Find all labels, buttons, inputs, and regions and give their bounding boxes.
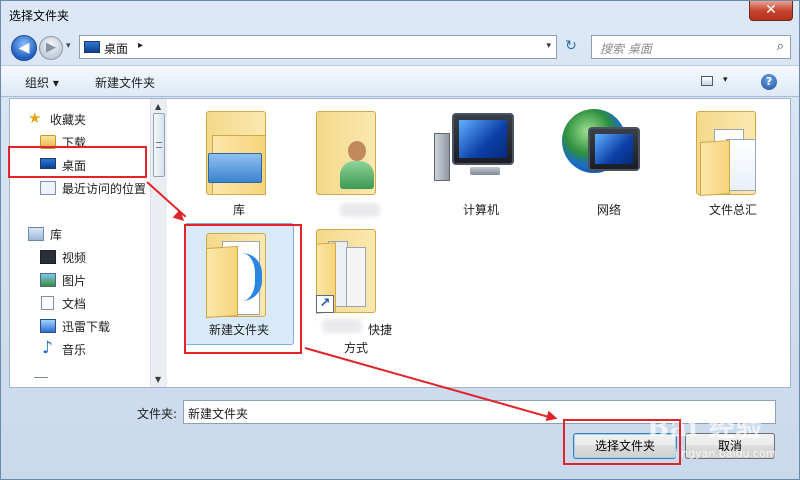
back-button[interactable]: ◀	[11, 35, 37, 61]
sidebar-item-recent-places[interactable]: 最近访问的位置	[10, 178, 150, 198]
sidebar-item-favorites[interactable]: ★ 收藏夹	[10, 109, 150, 129]
watermark-url: jingyan.baidu.com	[675, 447, 777, 460]
shortcut-arrow-icon: ↗	[316, 295, 334, 313]
sidebar-scrollbar[interactable]: ▲ ▼	[150, 99, 167, 387]
sidebar-item-documents[interactable]: 文档	[10, 293, 150, 313]
scroll-up-icon[interactable]: ▲	[155, 102, 161, 111]
help-icon[interactable]: ?	[761, 74, 777, 90]
partial-item-icon	[34, 377, 48, 383]
sidebar-item-music[interactable]: ♪ 音乐	[10, 339, 150, 359]
sidebar-item-label: 音乐	[62, 343, 87, 357]
refresh-button[interactable]: ↻	[559, 35, 583, 59]
more-items-hint	[10, 377, 150, 387]
search-input[interactable]: 搜索 桌面 ⌕	[591, 35, 791, 59]
annotation-box-new-folder	[184, 224, 302, 354]
sidebar-item-label: 视频	[62, 251, 87, 265]
file-item-label: 快捷	[368, 323, 393, 337]
recent-pages-dropdown[interactable]: ▾	[66, 41, 71, 51]
desktop-icon	[84, 41, 100, 53]
file-item-file-collection[interactable]: 文件总汇	[678, 101, 788, 219]
view-options-button[interactable]: ▾	[701, 74, 733, 90]
redacted-label	[340, 203, 380, 217]
sidebar-item-thunder-downloads[interactable]: 迅雷下载	[10, 316, 150, 336]
file-item-label: 库	[232, 203, 245, 217]
documents-icon	[41, 296, 54, 310]
annotation-box-desktop	[8, 146, 147, 178]
user-folder-icon	[316, 111, 376, 195]
sidebar-item-videos[interactable]: 视频	[10, 247, 150, 267]
breadcrumb-arrow-icon[interactable]: ▸	[138, 40, 143, 51]
search-icon[interactable]: ⌕	[777, 39, 784, 54]
recent-places-icon	[40, 181, 56, 195]
sidebar-item-label: 库	[50, 228, 63, 242]
library-folder-icon	[206, 111, 266, 195]
sidebar-item-label: 文档	[62, 297, 87, 311]
sidebar-item-libraries[interactable]: 库	[10, 224, 150, 244]
sidebar-item-label: 最近访问的位置	[62, 182, 147, 196]
folder-icon	[696, 111, 756, 197]
browser-panel: ★ 收藏夹 下载 桌面 最近访问的位置 库 视频 图片 文档 迅雷下载 ♪ 音乐…	[9, 98, 791, 388]
video-icon	[40, 250, 56, 264]
navigation-bar: ◀ ▶ ▾ 桌面 ▸ ▾ ↻ 搜索 桌面 ⌕	[1, 31, 799, 63]
chevron-down-icon[interactable]: ▾	[723, 75, 728, 85]
file-item-label: 网络	[596, 203, 621, 217]
search-placeholder: 搜索 桌面	[600, 42, 652, 56]
address-breadcrumb[interactable]: 桌面	[104, 40, 128, 57]
scroll-down-icon[interactable]: ▼	[155, 375, 161, 384]
window-title: 选择文件夹	[9, 9, 70, 23]
address-dropdown-icon[interactable]: ▾	[546, 41, 551, 51]
title-bar: 选择文件夹 ✕	[1, 1, 799, 29]
file-item-label: 计算机	[462, 203, 499, 217]
music-icon: ♪	[42, 338, 53, 358]
organize-menu-button[interactable]: 组织 ▾	[25, 74, 59, 91]
library-icon	[28, 227, 44, 241]
grip-icon	[156, 142, 162, 148]
folder-name-value: 新建文件夹	[188, 407, 249, 421]
sidebar-item-label: 收藏夹	[50, 113, 87, 127]
scrollbar-thumb[interactable]	[153, 113, 165, 177]
star-icon: ★	[28, 109, 42, 127]
file-item-libraries[interactable]: 库	[184, 101, 294, 219]
command-toolbar: 组织 ▾ 新建文件夹 ▾ ?	[1, 65, 799, 97]
sidebar-item-label: 图片	[62, 274, 87, 288]
annotation-box-select-button	[563, 419, 681, 465]
file-item-shortcut[interactable]: ↗ 快捷 方式	[300, 221, 410, 355]
file-item-network[interactable]: 网络	[554, 101, 664, 219]
close-button[interactable]: ✕	[749, 1, 793, 21]
forward-button[interactable]: ▶	[39, 36, 63, 60]
file-item-computer[interactable]: 计算机	[426, 101, 536, 219]
navigation-pane: ★ 收藏夹 下载 桌面 最近访问的位置 库 视频 图片 文档 迅雷下载 ♪ 音乐	[10, 99, 162, 387]
file-item-label: 文件总汇	[708, 203, 757, 217]
new-folder-button[interactable]: 新建文件夹	[95, 74, 155, 91]
folder-picker-dialog: 选择文件夹 ✕ ◀ ▶ ▾ 桌面 ▸ ▾ ↻ 搜索 桌面 ⌕ 组织 ▾ 新建文件…	[0, 0, 800, 480]
address-bar[interactable]: 桌面 ▸ ▾	[79, 35, 557, 59]
file-item-user-folder[interactable]	[300, 101, 410, 219]
sidebar-item-label: 迅雷下载	[62, 320, 111, 334]
view-icon	[701, 76, 713, 86]
download-icon	[40, 319, 56, 333]
sidebar-item-pictures[interactable]: 图片	[10, 270, 150, 290]
pictures-icon	[40, 273, 56, 287]
folder-name-label: 文件夹:	[137, 407, 178, 421]
